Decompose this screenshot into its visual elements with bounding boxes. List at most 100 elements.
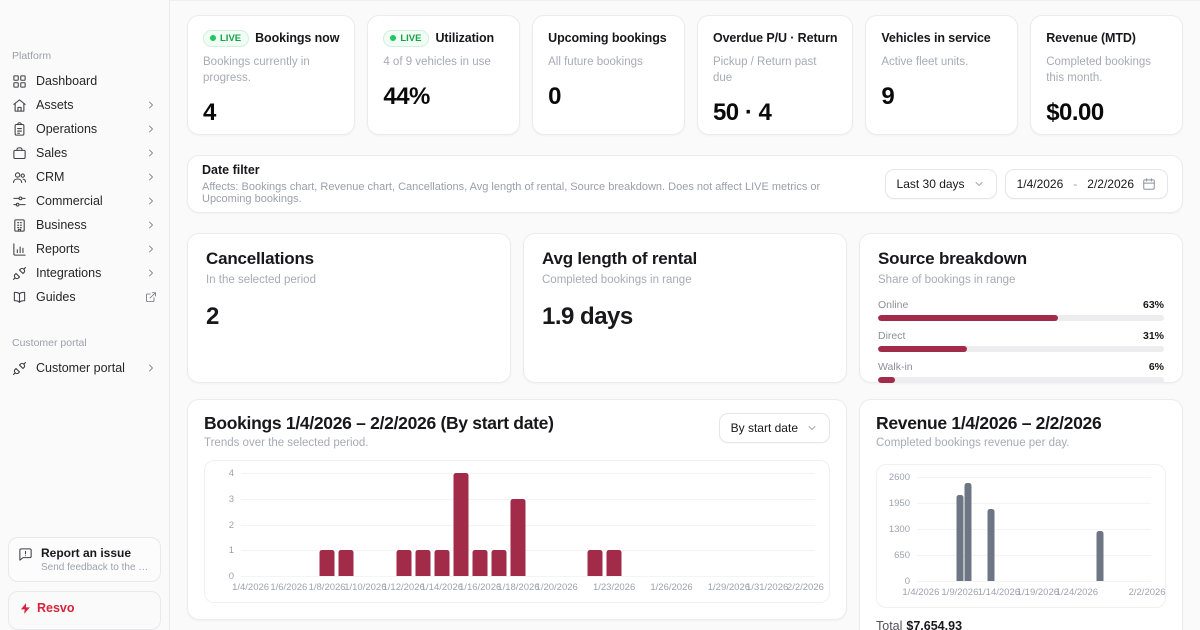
main-area: Dashboard LIVEBookings nowBookings curre… xyxy=(170,0,1200,630)
stat-card-title: Utilization xyxy=(435,31,494,45)
sidebar-item-sales[interactable]: Sales xyxy=(8,141,161,165)
live-badge: LIVE xyxy=(383,30,429,47)
sidebar-item-commercial[interactable]: Commercial xyxy=(8,189,161,213)
chart-bar xyxy=(492,550,507,576)
card-value: 2 xyxy=(206,303,492,331)
sidebar-item-guides[interactable]: Guides xyxy=(8,285,161,309)
card-description: In the selected period xyxy=(206,274,492,286)
source-bar-fill xyxy=(878,346,967,352)
sidebar-section-label: Customer portal xyxy=(8,337,161,349)
gridline xyxy=(917,503,1151,504)
sidebar-item-business[interactable]: Business xyxy=(8,213,161,237)
chart-bar xyxy=(607,550,622,576)
sidebar-item-integrations[interactable]: Integrations xyxy=(8,261,161,285)
zap-icon xyxy=(19,602,32,615)
card-title: Source breakdown xyxy=(878,249,1164,269)
bookings-chart-card: Bookings 1/4/2026 – 2/2/2026 (By start d… xyxy=(187,399,847,620)
date-range-separator: - xyxy=(1071,177,1079,191)
date-preset-select[interactable]: Last 30 days xyxy=(885,169,997,199)
stat-card-title: Vehicles in service xyxy=(881,31,990,45)
chart-subtitle: Completed bookings revenue per day. xyxy=(876,437,1166,449)
chart-bar xyxy=(473,550,488,576)
date-range-input[interactable]: 1/4/2026 - 2/2/2026 xyxy=(1005,169,1168,199)
x-axis-tick-label: 1/19/2026 xyxy=(1017,587,1059,598)
y-axis-tick-label: 650 xyxy=(880,550,910,561)
brand-footer[interactable]: Resvo xyxy=(8,591,161,630)
y-axis-tick-label: 4 xyxy=(204,468,234,479)
chart-bar xyxy=(339,550,354,576)
card-value: 1.9 days xyxy=(542,303,828,331)
gridline xyxy=(917,529,1151,530)
gridline xyxy=(241,499,815,500)
dashboard-content: LIVEBookings nowBookings currently in pr… xyxy=(170,1,1200,630)
sidebar-item-customer-portal[interactable]: Customer portal xyxy=(8,356,161,380)
source-percent: 6% xyxy=(1149,361,1164,373)
x-axis-tick-label: 1/12/2026 xyxy=(382,582,424,593)
chart-subtitle: Trends over the selected period. xyxy=(204,437,554,449)
sidebar-nav-platform: Dashboard Assets Operations Sales CRM Commerc… xyxy=(8,69,161,309)
sidebar-item-label: Assets xyxy=(36,98,74,112)
y-axis-tick-label: 1300 xyxy=(880,524,910,535)
x-axis-tick-label: 1/9/2026 xyxy=(941,587,978,598)
stat-card-description: All future bookings xyxy=(548,54,669,70)
stat-card-title: Revenue (MTD) xyxy=(1046,31,1136,45)
x-axis-tick-label: 2/2/2026 xyxy=(787,582,824,593)
stat-card-description: Completed bookings this month. xyxy=(1046,54,1167,86)
report-issue-button[interactable]: Report an issue Send feedback to the Res… xyxy=(8,537,161,582)
stat-card-value: 50 · 4 xyxy=(713,99,837,127)
x-axis-tick-label: 2/2/2026 xyxy=(1129,587,1166,598)
chevron-right-icon xyxy=(145,171,157,183)
stat-card-value: 4 xyxy=(203,99,339,127)
y-axis-tick-label: 1 xyxy=(204,545,234,556)
gridline xyxy=(917,555,1151,556)
chevron-right-icon xyxy=(145,267,157,279)
sidebar-item-reports[interactable]: Reports xyxy=(8,237,161,261)
sidebar-item-operations[interactable]: Operations xyxy=(8,117,161,141)
sidebar-section-customer-portal: Customer portal Customer portal xyxy=(8,337,161,380)
stat-card-upcoming-bookings: Upcoming bookingsAll future bookings0 xyxy=(532,15,685,135)
sidebar-item-label: CRM xyxy=(36,170,64,184)
source-label: Direct xyxy=(878,330,905,342)
gridline xyxy=(917,477,1151,478)
chevron-right-icon xyxy=(145,195,157,207)
external-link-icon xyxy=(145,291,157,303)
source-bar-track xyxy=(878,377,1164,383)
stat-card-value: 9 xyxy=(881,83,1002,111)
bookings-bar-chart: 012341/4/20261/6/20261/8/20261/10/20261/… xyxy=(204,460,830,603)
sidebar-item-crm[interactable]: CRM xyxy=(8,165,161,189)
sidebar-item-label: Customer portal xyxy=(36,361,125,375)
bookings-groupby-select[interactable]: By start date xyxy=(719,413,830,443)
plug-icon xyxy=(12,266,27,281)
x-axis-tick-label: 1/23/2026 xyxy=(593,582,635,593)
stat-card-utilization: LIVEUtilization4 of 9 vehicles in use44% xyxy=(367,15,520,135)
source-bar-track xyxy=(878,315,1164,321)
stat-card-description: 4 of 9 vehicles in use xyxy=(383,54,504,70)
sidebar-item-label: Sales xyxy=(36,146,67,160)
stat-card-overdue-p-u-return: Overdue P/U · ReturnPickup / Return past… xyxy=(697,15,853,135)
source-bar-fill xyxy=(878,315,1058,321)
chart-bar xyxy=(320,550,335,576)
sidebar-item-dashboard[interactable]: Dashboard xyxy=(8,69,161,93)
source-bar-fill xyxy=(878,377,895,383)
chart-title: Revenue 1/4/2026 – 2/2/2026 xyxy=(876,413,1166,434)
sidebar-nav-portal: Customer portal xyxy=(8,356,161,380)
chevron-right-icon xyxy=(145,243,157,255)
x-axis-tick-label: 1/8/2026 xyxy=(309,582,346,593)
source-label: Walk-in xyxy=(878,361,913,373)
stat-card-value: $0.00 xyxy=(1046,99,1167,127)
stat-card-vehicles-in-service: Vehicles in serviceActive fleet units.9 xyxy=(865,15,1018,135)
cancellations-card: Cancellations In the selected period 2 xyxy=(187,233,511,383)
x-axis-tick-label: 1/24/2026 xyxy=(1056,587,1098,598)
card-title: Avg length of rental xyxy=(542,249,828,269)
chart-bar xyxy=(396,550,411,576)
chart-bar xyxy=(454,473,469,576)
metric-card-row: Cancellations In the selected period 2 A… xyxy=(187,233,1183,383)
sidebar-section-label: Platform xyxy=(8,50,161,62)
chevron-right-icon xyxy=(145,147,157,159)
x-axis-tick-label: 1/18/2026 xyxy=(497,582,539,593)
sidebar-item-assets[interactable]: Assets xyxy=(8,93,161,117)
date-filter-title: Date filter xyxy=(202,163,873,177)
sidebar: Platform Dashboard Assets Operations Sales C… xyxy=(0,0,170,630)
chart-icon xyxy=(12,242,27,257)
chevron-down-icon xyxy=(806,422,818,434)
